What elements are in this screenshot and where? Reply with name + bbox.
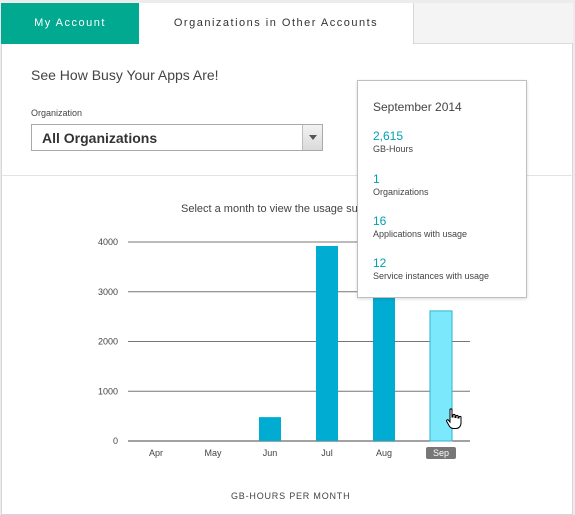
y-tick-label: 1000 bbox=[98, 386, 118, 396]
stat-label: Organizations bbox=[373, 187, 429, 197]
x-tick-label[interactable]: May bbox=[204, 448, 222, 458]
stat-label: Applications with usage bbox=[373, 229, 468, 239]
y-tick-label: 2000 bbox=[98, 337, 118, 347]
bar-aug[interactable] bbox=[373, 296, 395, 441]
chart-caption: GB-HOURS PER MONTH bbox=[231, 491, 351, 501]
x-tick-label[interactable]: Jul bbox=[321, 448, 333, 458]
stat-gb-hours: 2,615 GB-Hours bbox=[373, 129, 413, 154]
stat-service-instances: 12 Service instances with usage bbox=[373, 256, 489, 281]
stat-applications: 16 Applications with usage bbox=[373, 214, 467, 239]
bar-jun[interactable] bbox=[259, 417, 281, 441]
y-tick-label: 0 bbox=[113, 436, 118, 446]
hand-cursor-icon bbox=[446, 408, 462, 429]
stat-label: GB-Hours bbox=[373, 144, 414, 154]
stat-label: Service instances with usage bbox=[373, 271, 490, 281]
stat-value: 16 bbox=[373, 214, 387, 228]
x-tick-label[interactable]: Sep bbox=[433, 448, 449, 458]
y-tick-label: 4000 bbox=[98, 237, 118, 247]
popup-title: September 2014 bbox=[373, 100, 462, 114]
stat-value: 2,615 bbox=[373, 129, 404, 143]
month-summary-popup: September 2014 2,615 GB-Hours 1 Organiza… bbox=[357, 80, 527, 298]
y-tick-label: 3000 bbox=[98, 287, 118, 297]
stat-value: 12 bbox=[373, 256, 387, 270]
x-tick-label[interactable]: Aug bbox=[376, 448, 392, 458]
x-tick-label[interactable]: Jun bbox=[263, 448, 278, 458]
bar-jul[interactable] bbox=[316, 245, 338, 441]
x-tick-label[interactable]: Apr bbox=[149, 448, 163, 458]
stat-value: 1 bbox=[373, 172, 380, 186]
stat-organizations: 1 Organizations bbox=[373, 172, 429, 197]
